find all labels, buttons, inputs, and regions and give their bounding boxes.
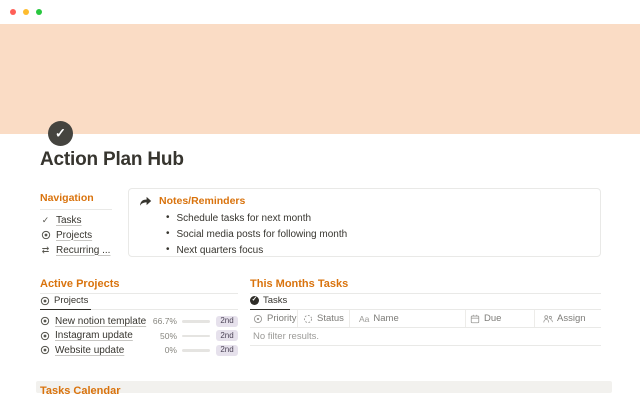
calendar-icon — [470, 314, 480, 323]
table-row: New notion template 66.7% 2nd — [40, 314, 238, 329]
target-icon — [40, 331, 50, 341]
bullet-text: Schedule tasks for next month — [176, 212, 312, 224]
notion-window: ✓ Action Plan Hub Navigation ✓ Tasks Pro… — [0, 0, 640, 400]
minimize-window-button[interactable] — [23, 9, 29, 15]
progress-percent: 0% — [164, 345, 177, 356]
column-label: Due — [484, 313, 502, 324]
active-projects-tab-row: Projects — [40, 294, 238, 310]
people-icon — [543, 314, 553, 322]
progress-percent: 66.7% — [152, 316, 177, 327]
project-link[interactable]: Website update — [55, 345, 124, 356]
column-header-assign[interactable]: Assign — [535, 310, 601, 327]
table-row: Instagram update 50% 2nd — [40, 329, 238, 344]
month-tasks-tab-row: ✓ Tasks — [250, 294, 601, 310]
target-icon — [40, 345, 50, 355]
forward-arrow-icon — [139, 196, 152, 207]
project-link[interactable]: Instagram update — [55, 330, 133, 341]
month-tasks-section: This Months Tasks ✓ Tasks Priority Statu… — [250, 278, 601, 346]
target-icon — [40, 296, 50, 306]
status-badge: 2nd — [216, 315, 238, 327]
bullet-text: Social media posts for following month — [176, 228, 348, 240]
progress-bar — [182, 334, 210, 337]
notes-reminders-card: Notes/Reminders • Schedule tasks for nex… — [128, 188, 601, 257]
tab-label: Projects — [54, 295, 89, 306]
target-icon — [40, 230, 51, 240]
check-icon: ✓ — [55, 125, 66, 141]
list-item: • Social media posts for following month — [139, 226, 590, 242]
status-badge: 2nd — [216, 330, 238, 342]
column-header-name[interactable]: Aa Name — [350, 310, 466, 327]
status-dashed-circle-icon — [303, 314, 313, 323]
nav-link-label: Projects — [56, 229, 93, 241]
column-label: Name — [373, 313, 399, 324]
tab-projects[interactable]: Projects — [40, 295, 92, 310]
check-icon: ✓ — [41, 214, 50, 225]
page-title: Action Plan Hub — [40, 149, 184, 170]
tab-tasks[interactable]: ✓ Tasks — [250, 295, 291, 310]
list-item: • Schedule tasks for next month — [139, 210, 590, 226]
column-header-priority[interactable]: Priority — [250, 310, 298, 327]
navigation-section: Navigation ✓ Tasks Projects ⇄ Recurring … — [40, 192, 112, 256]
progress-percent: 50% — [159, 330, 177, 341]
active-projects-header: Active Projects — [40, 278, 120, 290]
month-tasks-header: This Months Tasks — [250, 278, 349, 290]
tasks-table-header: Priority Status Aa Name Due Assign — [250, 310, 601, 328]
progress-bar — [182, 349, 210, 352]
nav-link-projects[interactable]: Projects — [40, 229, 112, 241]
active-projects-rows: New notion template 66.7% 2nd Instagram … — [40, 314, 238, 358]
project-link[interactable]: New notion template — [55, 316, 146, 327]
column-label: Priority — [267, 313, 297, 324]
priority-circle-icon — [253, 314, 263, 323]
empty-results-row: No filter results. — [250, 328, 601, 346]
tasks-calendar-header: Tasks Calendar — [40, 385, 121, 397]
notes-bullet-list: • Schedule tasks for next month • Social… — [139, 210, 590, 258]
notes-reminders-header-row: Notes/Reminders — [139, 195, 590, 207]
bullet-icon: • — [166, 244, 170, 255]
status-badge: 2nd — [216, 344, 238, 356]
list-item: • Next quarters focus — [139, 242, 590, 258]
tasks-calendar-band — [36, 381, 612, 393]
active-projects-section: Active Projects Projects New notion temp… — [40, 278, 238, 358]
check-circle-icon: ✓ — [250, 296, 259, 305]
nav-link-label: Recurring ... — [56, 244, 111, 256]
progress-bar — [182, 320, 210, 323]
repeat-icon: ⇄ — [41, 244, 50, 255]
navigation-divider — [40, 209, 112, 210]
text-aa-icon: Aa — [359, 313, 370, 324]
tab-label: Tasks — [263, 295, 288, 306]
page-cover-banner — [0, 24, 640, 134]
page-icon[interactable]: ✓ — [48, 121, 73, 146]
column-header-due[interactable]: Due — [466, 310, 535, 327]
notes-reminders-title: Notes/Reminders — [159, 195, 246, 207]
table-row: Website update 0% 2nd — [40, 343, 238, 358]
column-label: Assign — [557, 313, 586, 324]
zoom-window-button[interactable] — [36, 9, 42, 15]
close-window-button[interactable] — [10, 9, 16, 15]
column-header-status[interactable]: Status — [298, 310, 350, 327]
nav-link-tasks[interactable]: ✓ Tasks — [40, 214, 112, 226]
bullet-icon: • — [166, 212, 170, 223]
window-titlebar — [0, 0, 640, 24]
navigation-section-header: Navigation — [40, 192, 94, 204]
nav-link-label: Tasks — [56, 214, 82, 226]
nav-link-recurring[interactable]: ⇄ Recurring ... — [40, 244, 112, 256]
column-label: Status — [317, 313, 344, 324]
bullet-icon: • — [166, 228, 170, 239]
bullet-text: Next quarters focus — [176, 244, 264, 256]
target-icon — [40, 316, 50, 326]
